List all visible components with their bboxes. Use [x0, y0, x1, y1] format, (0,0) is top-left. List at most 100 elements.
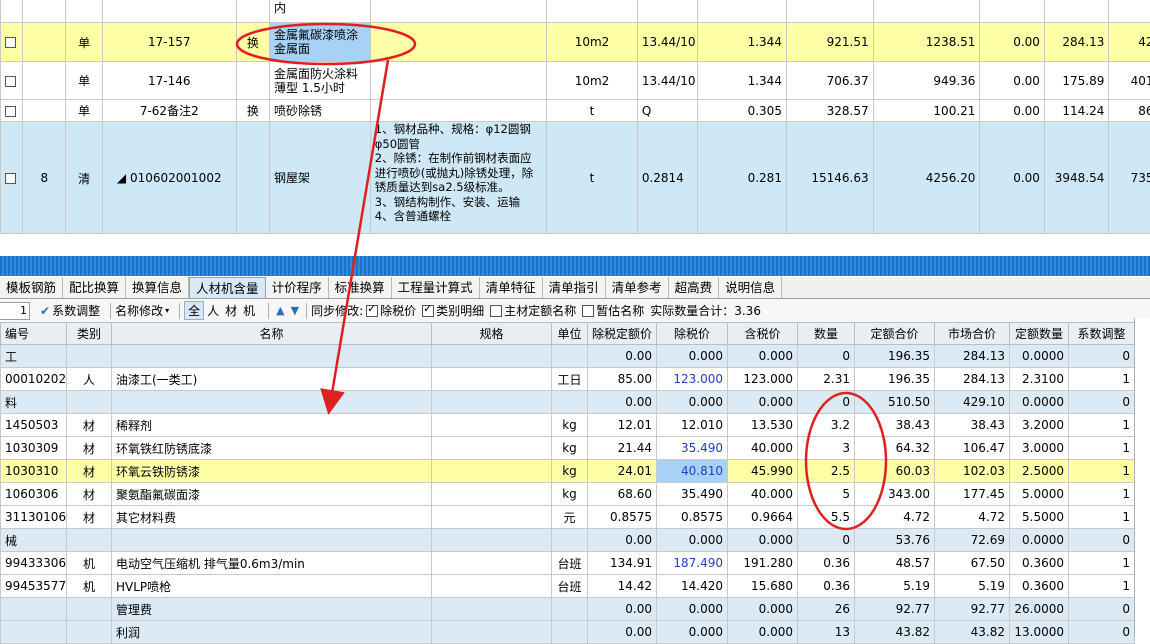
coef-adjust-cell[interactable]: 0: [1069, 598, 1135, 621]
coef-adjust-cell[interactable]: 1: [1069, 460, 1135, 483]
item-name-cell[interactable]: 喷砂除锈: [270, 100, 371, 122]
price-incl-tax-cell[interactable]: 123.000: [728, 368, 798, 391]
price-incl-tax-cell[interactable]: 0.000: [728, 345, 798, 368]
tab-3[interactable]: 人材机含量: [189, 277, 266, 298]
quantity-cell[interactable]: 5.5: [798, 506, 855, 529]
name-cell[interactable]: 稀释剂: [112, 414, 432, 437]
price-incl-tax-cell[interactable]: 40.000: [728, 437, 798, 460]
price-incl-tax-cell[interactable]: 0.000: [728, 391, 798, 414]
code-cell[interactable]: 31130106: [1, 506, 67, 529]
price-ex-tax-cell[interactable]: 0.000: [657, 391, 728, 414]
code-cell[interactable]: 1450503: [1, 414, 67, 437]
tab-11[interactable]: 说明信息: [719, 277, 782, 298]
column-header[interactable]: 除税价: [657, 323, 728, 345]
column-header[interactable]: 数量: [798, 323, 855, 345]
price-ex-tax-cell[interactable]: 123.000: [657, 368, 728, 391]
row-checkbox[interactable]: [5, 76, 16, 87]
feature-cell[interactable]: [370, 100, 546, 122]
resource-row[interactable]: 1030310材环氧云铁防锈漆kg24.0140.81045.9902.560.…: [1, 460, 1135, 483]
price-ex-tax-cell[interactable]: 0.000: [657, 598, 728, 621]
qty-expression-cell[interactable]: 13.44/10: [637, 62, 697, 100]
price-ex-tax-cell[interactable]: 187.490: [657, 552, 728, 575]
spec-cell[interactable]: [432, 575, 552, 598]
row-select-cell[interactable]: [1, 62, 23, 100]
code-cell[interactable]: [1, 621, 67, 644]
resource-row[interactable]: 00010202_03人油漆工(一类工)工日85.00123.000123.00…: [1, 368, 1135, 391]
item-name-cell[interactable]: 内: [270, 0, 371, 23]
name-cell[interactable]: 油漆工(一类工): [112, 368, 432, 391]
qty-expression-cell[interactable]: 0.2814: [637, 122, 697, 235]
name-cell[interactable]: 电动空气压缩机 排气量0.6m3/min: [112, 552, 432, 575]
feature-cell[interactable]: [370, 0, 546, 23]
spec-cell[interactable]: [432, 529, 552, 552]
name-cell[interactable]: [112, 345, 432, 368]
name-cell[interactable]: 管理费: [112, 598, 432, 621]
price-incl-tax-cell[interactable]: 45.990: [728, 460, 798, 483]
code-cell[interactable]: 17-146: [102, 62, 236, 100]
top-grid-row[interactable]: 单17-157换金属氟碳漆喷涂金属面10m213.44/101.344921.5…: [1, 23, 1150, 62]
coef-adjust-cell[interactable]: 1: [1069, 437, 1135, 460]
column-header[interactable]: 编号: [1, 323, 67, 345]
category-detail-checkbox[interactable]: [422, 305, 434, 317]
filter-all[interactable]: 全: [184, 301, 204, 320]
code-cell[interactable]: 1030309: [1, 437, 67, 460]
row-checkbox[interactable]: [5, 37, 16, 48]
coef-adjust-cell[interactable]: 1: [1069, 368, 1135, 391]
quantity-cell[interactable]: 0.36: [798, 575, 855, 598]
resource-row[interactable]: 管理费0.000.0000.0002692.7792.7726.00000: [1, 598, 1135, 621]
tab-1[interactable]: 配比换算: [63, 277, 126, 298]
price-incl-tax-cell[interactable]: 15.680: [728, 575, 798, 598]
name-modify-dropdown[interactable]: 名称修改 ▾: [115, 302, 169, 319]
quantity-cell[interactable]: 26: [798, 598, 855, 621]
name-cell[interactable]: 利润: [112, 621, 432, 644]
column-header[interactable]: 定额合价: [855, 323, 935, 345]
spec-cell[interactable]: [432, 483, 552, 506]
top-grid-row[interactable]: 内: [1, 0, 1150, 23]
coef-adjust-cell[interactable]: 1: [1069, 552, 1135, 575]
coef-adjust-cell[interactable]: 1: [1069, 575, 1135, 598]
code-cell[interactable]: 械: [1, 529, 67, 552]
resource-row[interactable]: 99453577机HVLP喷枪台班14.4214.42015.6800.365.…: [1, 575, 1135, 598]
spec-cell[interactable]: [432, 552, 552, 575]
coef-adjust-cell[interactable]: 1: [1069, 506, 1135, 529]
column-header[interactable]: 单位: [552, 323, 588, 345]
qty-expression-cell[interactable]: 13.44/10: [637, 23, 697, 62]
feature-cell[interactable]: [370, 23, 546, 62]
spec-cell[interactable]: [432, 506, 552, 529]
name-cell[interactable]: 其它材料费: [112, 506, 432, 529]
spec-cell[interactable]: [432, 345, 552, 368]
spec-cell[interactable]: [432, 414, 552, 437]
code-cell[interactable]: 1060306: [1, 483, 67, 506]
move-down-icon[interactable]: ▼: [291, 304, 299, 317]
item-name-cell[interactable]: 钢屋架: [270, 122, 371, 235]
price-incl-tax-cell[interactable]: 0.000: [728, 598, 798, 621]
column-header[interactable]: 除税定额价: [588, 323, 657, 345]
tab-0[interactable]: 模板钢筋: [0, 277, 63, 298]
tab-8[interactable]: 清单指引: [543, 277, 606, 298]
price-ex-tax-cell[interactable]: 12.010: [657, 414, 728, 437]
price-incl-tax-cell[interactable]: 0.000: [728, 529, 798, 552]
quantity-cell[interactable]: 0.36: [798, 552, 855, 575]
coef-adjust-cell[interactable]: 0: [1069, 621, 1135, 644]
top-grid-row[interactable]: 单17-146金属面防火涂料薄型 1.5小时10m213.44/101.3447…: [1, 62, 1150, 100]
row-select-cell[interactable]: [1, 100, 23, 122]
price-ex-tax-cell[interactable]: 0.8575: [657, 506, 728, 529]
column-header[interactable]: 定额数量: [1010, 323, 1069, 345]
column-header[interactable]: 规格: [432, 323, 552, 345]
price-ex-tax-cell[interactable]: 0.000: [657, 621, 728, 644]
price-incl-tax-cell[interactable]: 0.000: [728, 621, 798, 644]
row-checkbox[interactable]: [5, 173, 16, 184]
tab-4[interactable]: 计价程序: [266, 277, 329, 298]
top-grid-row[interactable]: 8清◢ 010602001002钢屋架1、钢材品种、规格：φ12圆钢 φ50圆管…: [1, 122, 1150, 235]
row-select-cell[interactable]: [1, 122, 23, 235]
quantity-cell[interactable]: 2.31: [798, 368, 855, 391]
code-cell[interactable]: 00010202_03: [1, 368, 67, 391]
resource-row[interactable]: 工0.000.0000.0000196.35284.130.00000: [1, 345, 1135, 368]
name-cell[interactable]: 环氧云铁防锈漆: [112, 460, 432, 483]
coef-adjust-cell[interactable]: 1: [1069, 414, 1135, 437]
filter-material[interactable]: 材: [222, 302, 240, 319]
quantity-cell[interactable]: 13: [798, 621, 855, 644]
price-incl-tax-cell[interactable]: 13.530: [728, 414, 798, 437]
column-header[interactable]: 市场合价: [935, 323, 1010, 345]
name-cell[interactable]: [112, 391, 432, 414]
